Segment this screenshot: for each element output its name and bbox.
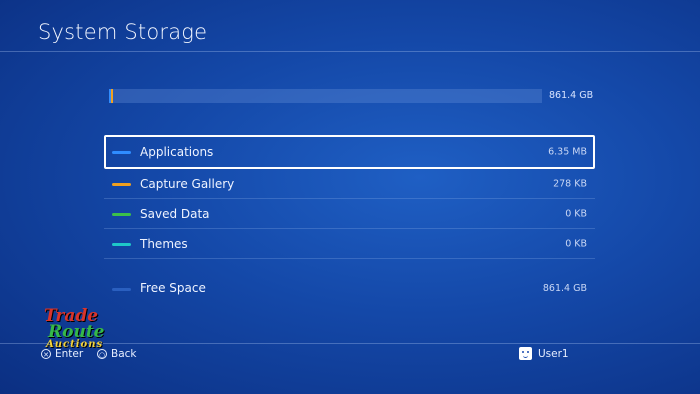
category-color-swatch <box>112 212 131 216</box>
category-label: Capture Gallery <box>140 176 235 191</box>
free-space-label: Free Space <box>140 281 206 295</box>
watermark-line-3: Auctions <box>46 339 104 351</box>
category-label: Saved Data <box>140 206 210 221</box>
header-divider <box>0 51 700 52</box>
category-row-saved-data[interactable]: Saved Data 0 KB <box>104 199 595 229</box>
page-title: System Storage <box>38 20 208 44</box>
category-size: 0 KB <box>565 208 587 219</box>
storage-total-label: 861.4 GB <box>549 90 594 101</box>
watermark-line-2: Route <box>48 322 105 343</box>
category-row-applications[interactable]: Applications 6.35 MB <box>104 135 595 169</box>
category-color-swatch <box>112 182 131 186</box>
category-color-swatch <box>112 151 131 154</box>
free-space-size: 861.4 GB <box>542 283 587 294</box>
user-name: User1 <box>538 347 569 360</box>
back-hint-label: Back <box>111 348 137 360</box>
category-label: Applications <box>140 145 214 159</box>
category-row-themes[interactable]: Themes 0 KB <box>104 229 595 259</box>
category-size: 0 KB <box>565 238 587 249</box>
category-row-capture-gallery[interactable]: Capture Gallery 278 KB <box>104 169 595 199</box>
user-avatar-icon <box>519 347 532 360</box>
category-label: Themes <box>140 236 188 251</box>
user-indicator: User1 <box>519 347 569 360</box>
cross-button-icon: ✕ <box>41 349 51 359</box>
category-color-swatch <box>112 242 131 246</box>
storage-category-list: Applications 6.35 MB Capture Gallery 278… <box>104 135 595 259</box>
circle-button-icon: ○ <box>97 349 107 359</box>
category-size: 278 KB <box>553 178 587 189</box>
storage-segment-capture-gallery <box>111 89 113 103</box>
free-space-row: Free Space 861.4 GB <box>104 277 595 301</box>
free-space-color-swatch <box>112 288 131 291</box>
watermark-logo: Trade Route Auctions <box>44 307 110 351</box>
storage-usage-bar <box>109 89 542 103</box>
category-size: 6.35 MB <box>548 146 587 158</box>
